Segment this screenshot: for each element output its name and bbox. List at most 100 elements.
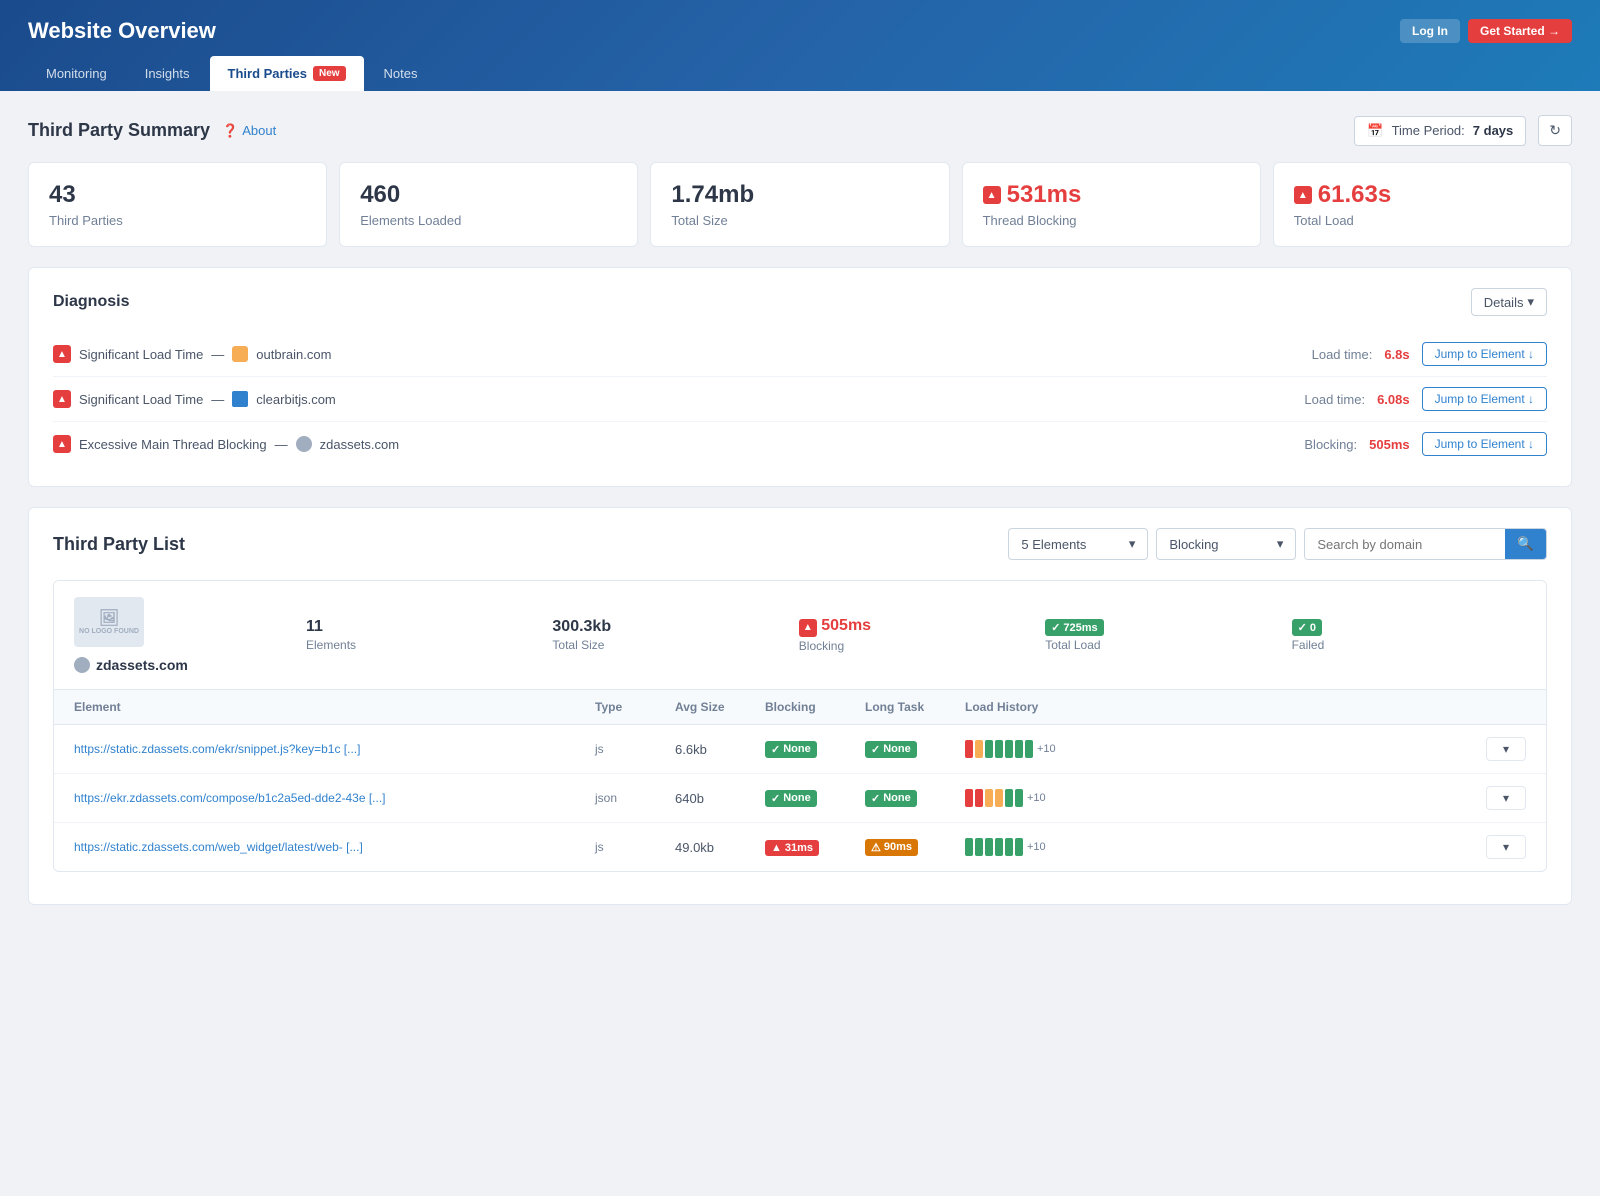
party-load-label: Total Load xyxy=(1045,638,1279,652)
main-content: Third Party Summary ❓ About 📅 Time Perio… xyxy=(0,91,1600,929)
party-size-label: Total Size xyxy=(552,638,786,652)
stat-size: 1.74mb Total Size xyxy=(650,162,949,247)
diagnosis-card: Diagnosis Details ▾ ▲ Significant Load T… xyxy=(28,267,1572,487)
bar xyxy=(985,838,993,856)
stat-total-load: ▲ 61.63s Total Load xyxy=(1273,162,1572,247)
party-stat-blocking: ▲ 505ms Blocking xyxy=(799,617,1033,653)
stat-label-total-load: Total Load xyxy=(1294,213,1551,228)
element-link-2[interactable]: https://ekr.zdassets.com/compose/b1c2a5e… xyxy=(74,791,595,805)
type-3: js xyxy=(595,840,675,854)
refresh-button[interactable]: ↻ xyxy=(1538,115,1572,146)
stat-value-size: 1.74mb xyxy=(671,181,928,209)
history-more-2: +10 xyxy=(1027,792,1046,804)
bar xyxy=(1005,838,1013,856)
stat-value-elements: 460 xyxy=(360,181,617,209)
chevron-down-icon-row1: ▾ xyxy=(1503,742,1509,756)
success-badge-failed: ✓ 0 xyxy=(1292,619,1322,636)
favicon-clearbit xyxy=(232,391,248,407)
time-period-value: 7 days xyxy=(1473,123,1513,138)
tab-notes[interactable]: Notes xyxy=(366,56,436,91)
time-period-label: Time Period: xyxy=(1392,123,1465,138)
login-button[interactable]: Log In xyxy=(1400,19,1460,43)
warn-icon-party-blocking: ▲ xyxy=(799,619,817,637)
party-identity: 🖼 NO LOGO FOUND zdassets.com xyxy=(74,597,294,673)
time-period-button[interactable]: 📅 Time Period: 7 days xyxy=(1354,116,1526,146)
diagnosis-right-3: Blocking: 505ms Jump to Element ↓ xyxy=(1304,432,1547,456)
warn-icon-load: ▲ xyxy=(1294,186,1312,204)
domain-search-wrap: 🔍 xyxy=(1304,528,1547,560)
element-link-3[interactable]: https://static.zdassets.com/web_widget/l… xyxy=(74,840,595,854)
party-zdassets: 🖼 NO LOGO FOUND zdassets.com 11 Elements… xyxy=(53,580,1547,872)
elements-filter[interactable]: 5 Elements ▾ xyxy=(1008,528,1148,560)
blocking-filter[interactable]: Blocking ▾ xyxy=(1156,528,1296,560)
success-badge-load: ✓ 725ms xyxy=(1045,619,1103,636)
tab-third-parties-label: Third Parties xyxy=(228,66,307,81)
table-row-2: https://ekr.zdassets.com/compose/b1c2a5e… xyxy=(54,774,1546,823)
load-value-3: 505ms xyxy=(1369,437,1409,452)
col-expand xyxy=(1486,700,1526,714)
list-controls: 5 Elements ▾ Blocking ▾ 🔍 xyxy=(1008,528,1547,560)
stat-label-elements: Elements Loaded xyxy=(360,213,617,228)
jump-button-1[interactable]: Jump to Element ↓ xyxy=(1422,342,1547,366)
jump-button-2[interactable]: Jump to Element ↓ xyxy=(1422,387,1547,411)
get-started-button[interactable]: Get Started → xyxy=(1468,19,1572,43)
element-link-1[interactable]: https://static.zdassets.com/ekr/snippet.… xyxy=(74,742,595,756)
about-link[interactable]: ❓ About xyxy=(222,123,276,139)
table-row-3: https://static.zdassets.com/web_widget/l… xyxy=(54,823,1546,871)
load-value-1: 6.8s xyxy=(1384,347,1409,362)
party-stat-load: ✓ 725ms Total Load xyxy=(1045,618,1279,652)
tab-monitoring[interactable]: Monitoring xyxy=(28,56,125,91)
about-label: About xyxy=(242,123,276,138)
tab-third-parties[interactable]: Third Parties New xyxy=(210,56,364,91)
favicon-outbrain xyxy=(232,346,248,362)
question-icon: ❓ xyxy=(222,123,238,139)
domain-zdassets: zdassets.com xyxy=(320,437,399,452)
stat-label-blocking: Thread Blocking xyxy=(983,213,1240,228)
search-button[interactable]: 🔍 xyxy=(1505,529,1546,559)
summary-title: Third Party Summary xyxy=(28,120,210,141)
bar xyxy=(1005,740,1013,758)
bar xyxy=(995,838,1003,856)
bar xyxy=(985,789,993,807)
nav-tabs: Monitoring Insights Third Parties New No… xyxy=(0,56,1600,91)
load-label-2: Load time: xyxy=(1304,392,1365,407)
header-actions: Log In Get Started → xyxy=(1400,19,1572,43)
domain-outbrain: outbrain.com xyxy=(256,347,331,362)
tab-insights[interactable]: Insights xyxy=(127,56,208,91)
load-value-2: 6.08s xyxy=(1377,392,1410,407)
summary-header: Third Party Summary ❓ About 📅 Time Perio… xyxy=(28,115,1572,146)
expand-button-1[interactable]: ▾ xyxy=(1486,737,1526,761)
stat-elements: 460 Elements Loaded xyxy=(339,162,638,247)
party-blocking-value: ▲ 505ms xyxy=(799,617,1033,637)
bar xyxy=(975,740,983,758)
jump-button-3[interactable]: Jump to Element ↓ xyxy=(1422,432,1547,456)
expand-button-3[interactable]: ▾ xyxy=(1486,835,1526,859)
bar xyxy=(995,789,1003,807)
bar xyxy=(995,740,1003,758)
bar xyxy=(1025,740,1033,758)
history-more-3: +10 xyxy=(1027,841,1046,853)
warn-icon-2: ▲ xyxy=(53,390,71,408)
party-logo: 🖼 NO LOGO FOUND xyxy=(74,597,144,647)
party-stat-failed: ✓ 0 Failed xyxy=(1292,618,1526,652)
table-header: Element Type Avg Size Blocking Long Task… xyxy=(54,690,1546,725)
longtask-3: ⚠ 90ms xyxy=(865,839,965,856)
new-badge: New xyxy=(313,66,346,81)
chevron-down-icon-1: ▾ xyxy=(1129,536,1136,552)
diagnosis-left-2: ▲ Significant Load Time — clearbitjs.com xyxy=(53,390,336,408)
expand-button-2[interactable]: ▾ xyxy=(1486,786,1526,810)
details-label: Details xyxy=(1484,295,1524,310)
stat-label-third-parties: Third Parties xyxy=(49,213,306,228)
history-1: +10 xyxy=(965,740,1486,758)
party-header-row: 🖼 NO LOGO FOUND zdassets.com 11 Elements… xyxy=(54,581,1546,689)
size-3: 49.0kb xyxy=(675,840,765,855)
details-button[interactable]: Details ▾ xyxy=(1471,288,1547,316)
party-elements-value: 11 xyxy=(306,618,540,636)
elements-table: Element Type Avg Size Blocking Long Task… xyxy=(54,689,1546,871)
domain-search-input[interactable] xyxy=(1305,529,1505,559)
chevron-down-icon-2: ▾ xyxy=(1277,536,1284,552)
refresh-icon: ↻ xyxy=(1549,122,1561,138)
list-header: Third Party List 5 Elements ▾ Blocking ▾… xyxy=(53,528,1547,560)
stat-blocking: ▲ 531ms Thread Blocking xyxy=(962,162,1261,247)
bar xyxy=(1005,789,1013,807)
